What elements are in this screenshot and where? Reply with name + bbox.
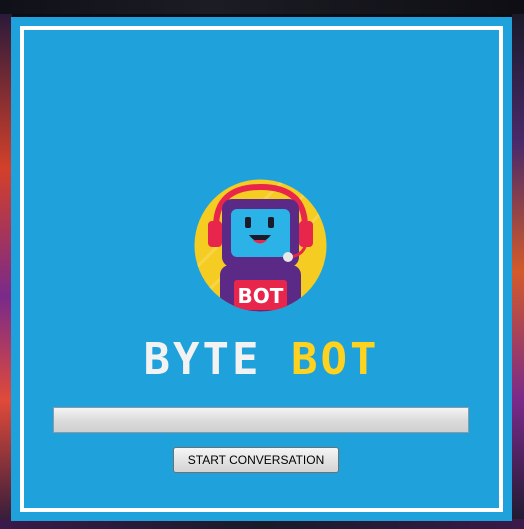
desktop-background-right	[512, 14, 524, 529]
logo-badge-text: BOT	[238, 284, 284, 308]
app-window: BOT BYTE BOT START CONVERSATION	[11, 17, 512, 521]
robot-logo-icon: BOT	[194, 179, 327, 312]
start-conversation-button[interactable]: START CONVERSATION	[173, 447, 339, 473]
screen: BOT BYTE BOT START CONVERSATION	[0, 0, 524, 529]
app-title-word-2: BOT	[290, 334, 380, 385]
app-title-word-1: BYTE	[143, 334, 262, 385]
progress-bar	[53, 407, 469, 433]
desktop-background-top	[0, 0, 524, 14]
app-title: BYTE BOT	[11, 335, 512, 385]
